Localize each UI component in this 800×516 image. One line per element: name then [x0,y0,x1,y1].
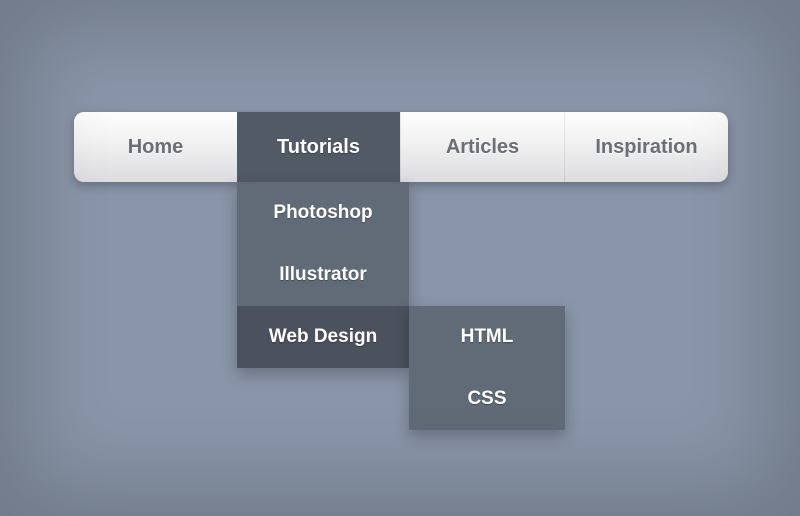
dropdown-item-label: Illustrator [279,264,367,286]
submenu-item-css[interactable]: CSS [409,368,565,430]
submenu-item-html[interactable]: HTML [409,306,565,368]
nav-item-tutorials[interactable]: Tutorials [237,112,400,182]
nav-item-label: Home [128,136,184,159]
dropdown-item-illustrator[interactable]: Illustrator [237,244,409,306]
tutorials-dropdown: Photoshop Illustrator Web Design [237,182,409,368]
nav-item-articles[interactable]: Articles [400,112,564,182]
nav-item-label: Inspiration [595,136,697,159]
nav-item-inspiration[interactable]: Inspiration [564,112,728,182]
dropdown-item-label: Photoshop [273,202,372,224]
submenu-item-label: HTML [461,326,514,348]
dropdown-item-photoshop[interactable]: Photoshop [237,182,409,244]
submenu-item-label: CSS [467,388,506,410]
app-frame: Home Tutorials Articles Inspiration Phot… [0,0,800,516]
web-design-submenu: HTML CSS [409,306,565,430]
nav-item-home[interactable]: Home [74,112,237,182]
nav-item-label: Articles [446,136,519,159]
dropdown-item-web-design[interactable]: Web Design [237,306,409,368]
nav-item-label: Tutorials [277,136,360,159]
main-nav: Home Tutorials Articles Inspiration [74,112,728,182]
dropdown-item-label: Web Design [269,326,377,348]
